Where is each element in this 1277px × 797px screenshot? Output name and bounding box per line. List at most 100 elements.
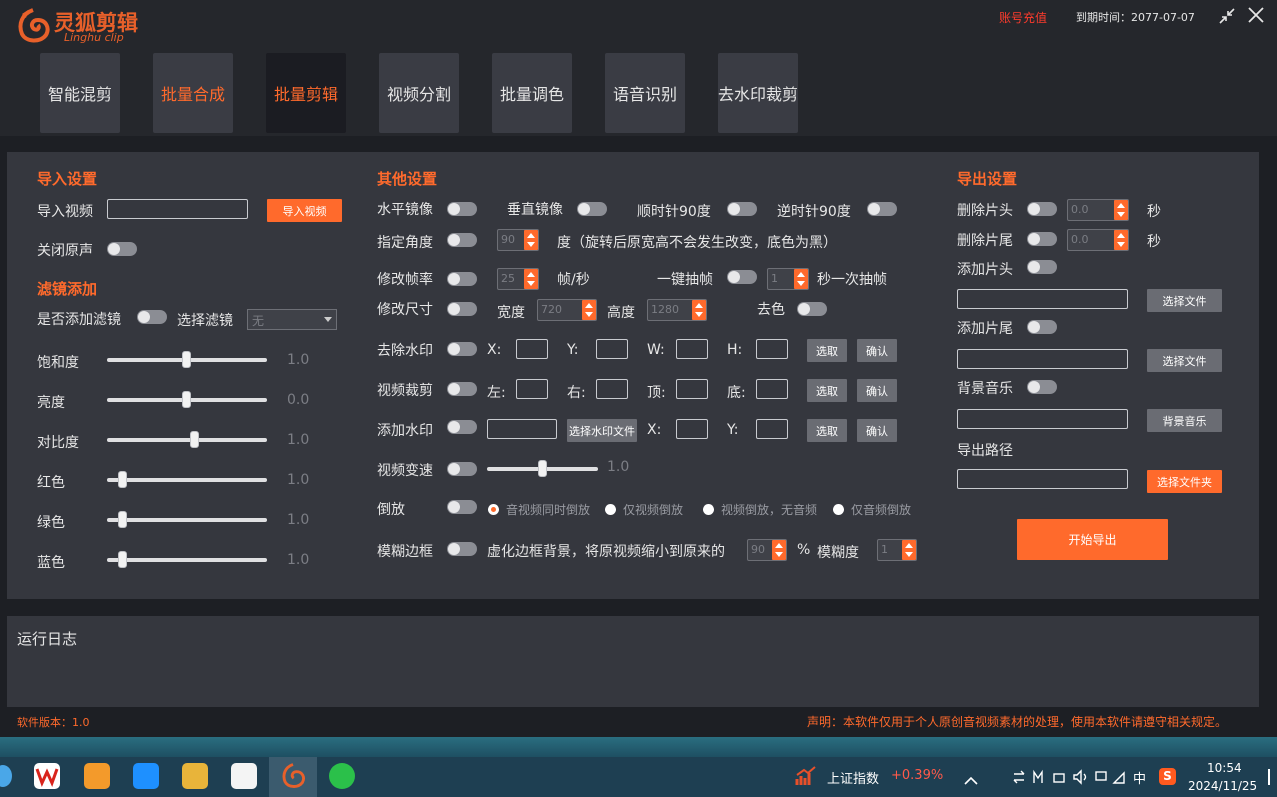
crop-confirm-button[interactable]: 确认 (857, 379, 897, 402)
tab-batch-compose[interactable]: 批量合成 (153, 53, 233, 133)
width-stepper[interactable]: 720 (537, 299, 597, 321)
add-tail-toggle[interactable] (1027, 320, 1057, 334)
crop-left-input[interactable] (516, 379, 548, 399)
wm-w-input[interactable] (676, 339, 708, 359)
blur-toggle[interactable] (447, 542, 477, 556)
folder-icon[interactable] (182, 763, 208, 789)
angle-toggle[interactable] (447, 233, 477, 247)
tab-batch-color[interactable]: 批量调色 (492, 53, 572, 133)
filter-slider-track[interactable] (107, 478, 267, 482)
chevron-up-icon[interactable] (964, 771, 978, 785)
add-wm-toggle[interactable] (447, 420, 477, 434)
height-stepper[interactable]: 1280 (647, 299, 707, 321)
tab-smart-mix[interactable]: 智能混剪 (40, 53, 120, 133)
clock-date[interactable]: 2024/11/25 (1188, 779, 1257, 793)
tab-remove-watermark[interactable]: 去水印裁剪 (718, 53, 798, 133)
del-tail-toggle[interactable] (1027, 232, 1057, 246)
reverse-option-video-radio[interactable] (605, 504, 616, 515)
filter-slider-track[interactable] (107, 438, 267, 442)
del-tail-stepper[interactable]: 0.0 (1067, 229, 1129, 251)
stock-name[interactable]: 上证指数 (827, 768, 879, 787)
filter-slider-thumb[interactable] (118, 551, 127, 568)
import-video-button[interactable]: 导入视频 (267, 199, 342, 222)
import-video-input[interactable] (107, 199, 248, 219)
filter-select[interactable]: 无 (247, 309, 337, 330)
tab-video-split[interactable]: 视频分割 (379, 53, 459, 133)
crop-toggle[interactable] (447, 382, 477, 396)
add-tail-input[interactable] (957, 349, 1128, 369)
notification-icon[interactable] (1268, 769, 1277, 785)
add-wm-pick-button[interactable]: 选取 (807, 419, 847, 442)
clock-time[interactable]: 10:54 (1207, 761, 1242, 775)
add-head-input[interactable] (957, 289, 1128, 309)
app-orange-icon[interactable] (84, 763, 110, 789)
cw90-toggle[interactable] (727, 202, 757, 216)
filter-slider-track[interactable] (107, 558, 267, 562)
reverse-option-both-radio[interactable] (488, 504, 499, 515)
close-icon[interactable] (1247, 6, 1265, 24)
wm-y-input[interactable] (596, 339, 628, 359)
filter-slider-thumb[interactable] (118, 511, 127, 528)
crop-bottom-input[interactable] (756, 379, 788, 399)
resize-toggle[interactable] (447, 302, 477, 316)
crop-top-input[interactable] (676, 379, 708, 399)
filter-slider-thumb[interactable] (182, 351, 191, 368)
ime-indicator[interactable]: 中 (1133, 768, 1146, 787)
decolor-toggle[interactable] (797, 302, 827, 316)
bgm-input[interactable] (957, 409, 1128, 429)
bgm-choose-button[interactable]: 背景音乐 (1147, 409, 1222, 432)
filter-slider-track[interactable] (107, 518, 267, 522)
extract-stepper[interactable]: 1 (767, 268, 809, 290)
wm-confirm-button[interactable]: 确认 (857, 339, 897, 362)
fps-toggle[interactable] (447, 272, 477, 286)
del-head-toggle[interactable] (1027, 202, 1057, 216)
crop-pick-button[interactable]: 选取 (807, 379, 847, 402)
mute-toggle[interactable] (107, 242, 137, 256)
recharge-link[interactable]: 账号充值 (999, 9, 1047, 26)
blur-scale-stepper[interactable]: 90 (747, 539, 787, 561)
filter-slider-thumb[interactable] (118, 471, 127, 488)
wps-icon[interactable] (34, 763, 60, 789)
choose-wm-button[interactable]: 选择水印文件 (567, 419, 637, 442)
wechat-icon[interactable] (329, 763, 355, 789)
wm-h-input[interactable] (756, 339, 788, 359)
tab-speech-recognition[interactable]: 语音识别 (605, 53, 685, 133)
speed-slider-thumb[interactable] (537, 460, 547, 477)
del-head-stepper[interactable]: 0.0 (1067, 199, 1129, 221)
speed-toggle[interactable] (447, 462, 477, 476)
filter-slider-thumb[interactable] (190, 431, 199, 448)
start-export-button[interactable]: 开始导出 (1017, 519, 1168, 560)
extract-toggle[interactable] (727, 270, 757, 284)
tray-icons[interactable] (1013, 769, 1125, 785)
wm-x-input[interactable] (516, 339, 548, 359)
add-filter-toggle[interactable] (137, 310, 167, 324)
add-head-toggle[interactable] (1027, 260, 1057, 274)
linghu-clip-icon[interactable] (280, 763, 306, 789)
add-wm-input[interactable] (487, 419, 557, 439)
export-path-input[interactable] (957, 469, 1128, 489)
sogou-icon[interactable]: S (1159, 768, 1176, 785)
add-tail-choose-button[interactable]: 选择文件 (1147, 349, 1222, 372)
add-wm-confirm-button[interactable]: 确认 (857, 419, 897, 442)
add-wm-x-input[interactable] (676, 419, 708, 439)
ccw90-toggle[interactable] (867, 202, 897, 216)
hmirror-toggle[interactable] (447, 202, 477, 216)
blur-level-stepper[interactable]: 1 (877, 539, 917, 561)
reverse-option-audio-radio[interactable] (833, 504, 844, 515)
app-red-icon[interactable] (231, 763, 257, 789)
app-blue-icon[interactable] (133, 763, 159, 789)
vmirror-toggle[interactable] (577, 202, 607, 216)
reverse-option-noaudio-radio[interactable] (703, 504, 714, 515)
remove-wm-toggle[interactable] (447, 342, 477, 356)
add-head-choose-button[interactable]: 选择文件 (1147, 289, 1222, 312)
angle-stepper[interactable]: 90 (497, 229, 539, 251)
filter-slider-thumb[interactable] (182, 391, 191, 408)
fps-stepper[interactable]: 25 (497, 268, 539, 290)
add-wm-y-input[interactable] (756, 419, 788, 439)
tab-batch-edit[interactable]: 批量剪辑 (266, 53, 346, 133)
minimize-icon[interactable] (1218, 7, 1236, 25)
wm-pick-button[interactable]: 选取 (807, 339, 847, 362)
crop-right-input[interactable] (596, 379, 628, 399)
reverse-toggle[interactable] (447, 500, 477, 514)
choose-folder-button[interactable]: 选择文件夹 (1147, 470, 1222, 493)
